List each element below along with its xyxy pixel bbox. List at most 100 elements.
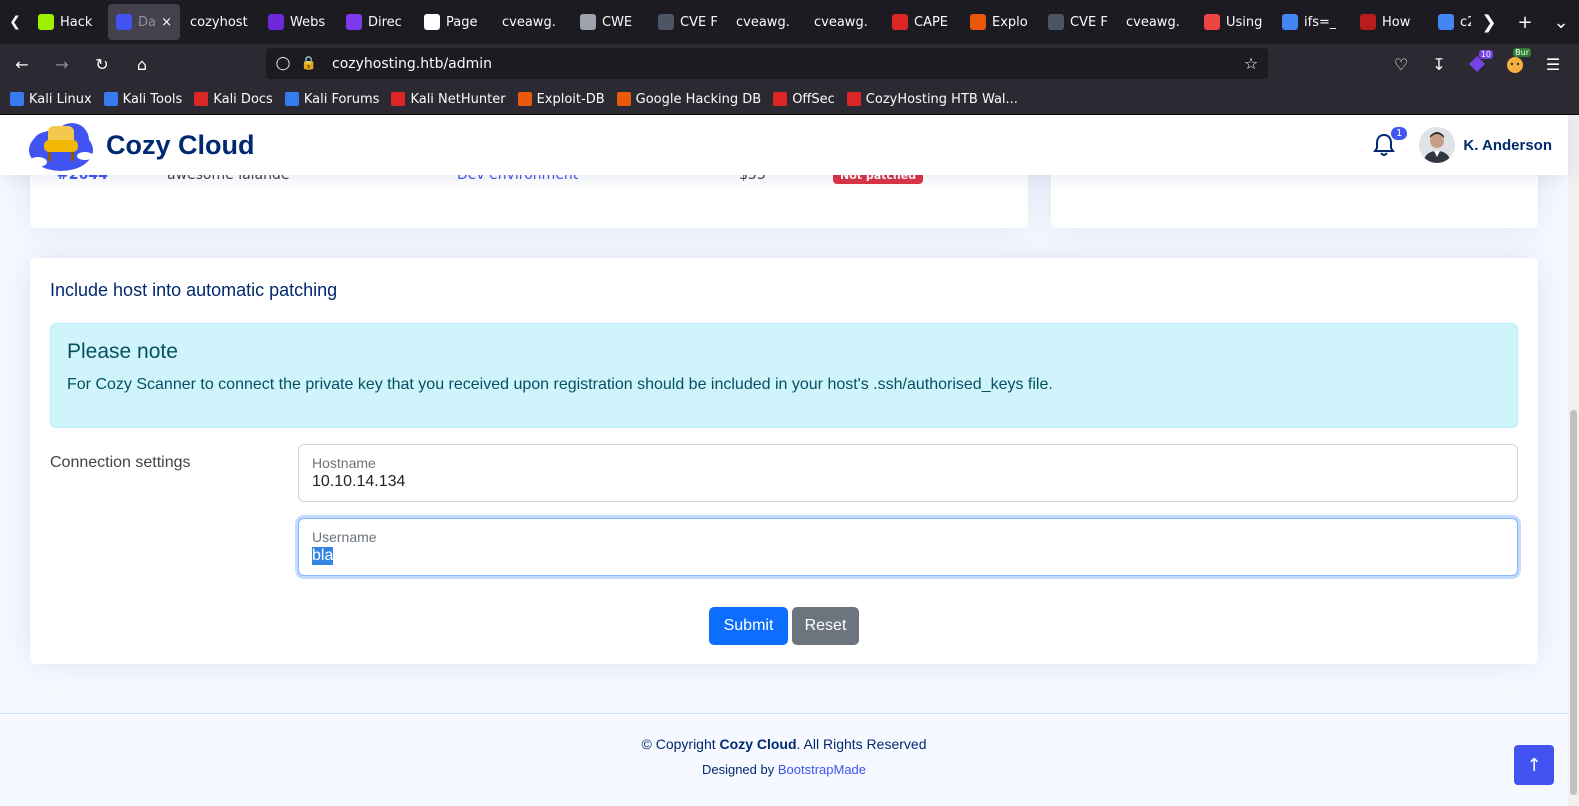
tab-scroll-left-icon[interactable]: ❮	[0, 0, 30, 44]
alert-text: For Cozy Scanner to connect the private …	[67, 376, 1053, 393]
username-value[interactable]: bla	[312, 547, 334, 565]
browser-tab[interactable]: Page	[416, 4, 492, 40]
hostname-label: Hostname	[312, 455, 376, 471]
username-field[interactable]: Username bla	[298, 518, 1518, 576]
bookmark-item[interactable]: Exploit-DB	[517, 92, 605, 107]
list-all-tabs-icon[interactable]: ⌄	[1543, 0, 1579, 44]
tab-label: ifs=_	[1304, 14, 1337, 30]
tab-label: cveawg.	[502, 14, 556, 30]
browser-tab[interactable]: cozyhost	[182, 4, 258, 40]
bookmark-label: Kali Linux	[29, 91, 92, 107]
browser-tab[interactable]: ifs=_	[1274, 4, 1350, 40]
bookmark-item[interactable]: Kali Linux	[10, 92, 92, 107]
tab-label: How	[1382, 14, 1411, 30]
browser-tab[interactable]: cveawg.	[728, 4, 804, 40]
browser-tab[interactable]: cveawg.	[494, 4, 570, 40]
browser-tab[interactable]: cveawg.	[1118, 4, 1194, 40]
tracking-shield-icon[interactable]: ◯	[270, 56, 296, 71]
tab-label: cveawg.	[736, 14, 790, 30]
home-icon[interactable]: ⌂	[124, 46, 160, 82]
browser-tab[interactable]: cveawg.	[806, 4, 882, 40]
bookmark-label: Google Hacking DB	[635, 91, 762, 107]
user-name[interactable]: K. Anderson	[1463, 137, 1552, 154]
tab-close-icon[interactable]: ×	[161, 15, 172, 30]
tab-favicon-icon	[38, 14, 54, 30]
bookmark-item[interactable]: Kali Docs	[194, 92, 273, 107]
back-icon[interactable]: ←	[4, 46, 40, 82]
menu-icon[interactable]: ☰	[1535, 46, 1571, 82]
tab-label: CVE F	[1070, 14, 1108, 30]
brand-name[interactable]: Cozy Cloud	[106, 130, 255, 161]
browser-tab-bar: ❮ Hack Da × cozyhost Webs Direc Page cveawg. CWE…	[0, 0, 1579, 44]
browser-tab[interactable]: CVE F	[650, 4, 726, 40]
tab-favicon-icon	[116, 14, 132, 30]
bookmark-icon	[284, 92, 299, 106]
browser-tab[interactable]: How	[1352, 4, 1428, 40]
notifications-button[interactable]: 1	[1369, 127, 1408, 160]
tab-favicon-icon	[1048, 14, 1064, 30]
browser-tab[interactable]: CWE	[572, 4, 648, 40]
pocket-icon[interactable]: ♡	[1383, 46, 1419, 82]
tab-label: Direc	[368, 14, 402, 30]
lock-icon[interactable]: 🔒	[296, 56, 322, 71]
bookmark-icon	[10, 92, 24, 106]
back-to-top-button[interactable]: ↑	[1514, 745, 1554, 785]
bootstrapmade-link[interactable]: BootstrapMade	[778, 762, 866, 777]
browser-tab[interactable]: CVE F	[1040, 4, 1116, 40]
bookmark-label: CozyHosting HTB Wal...	[865, 91, 1018, 107]
bookmark-item[interactable]: CozyHosting HTB Wal...	[846, 91, 1018, 107]
url-text[interactable]: cozyhosting.htb/admin	[332, 56, 1234, 72]
bookmark-label: Kali Forums	[303, 91, 380, 107]
connection-settings-label: Connection settings	[50, 454, 191, 471]
browser-navigation-bar: ← → ↻ ⌂ ◯ 🔒 cozyhosting.htb/admin ☆ ♡ ↧ …	[0, 44, 1579, 84]
bookmark-item[interactable]: Kali Forums	[284, 91, 380, 107]
browser-tab[interactable]: Explo	[962, 4, 1038, 40]
page-scrollbar[interactable]	[1568, 115, 1579, 806]
bookmark-icon	[194, 92, 209, 106]
bookmark-item[interactable]: Kali Tools	[103, 92, 182, 107]
bookmark-label: Kali Docs	[213, 91, 273, 107]
new-tab-icon[interactable]: +	[1507, 0, 1543, 44]
avatar[interactable]	[1419, 127, 1456, 163]
bookmark-item[interactable]: Google Hacking DB	[616, 91, 762, 107]
logo-link[interactable]: Cozy Cloud	[28, 116, 255, 174]
bookmark-item[interactable]: Kali NetHunter	[391, 92, 506, 107]
tab-strip: Hack Da × cozyhost Webs Direc Page cveawg. CWE CV…	[30, 0, 1471, 44]
hostname-value[interactable]: 10.10.14.134	[312, 473, 405, 491]
browser-tab[interactable]: Hack	[30, 4, 106, 40]
reset-button[interactable]: Reset	[792, 607, 859, 645]
credits-prefix: Designed by	[701, 762, 778, 777]
tab-favicon-icon	[346, 14, 362, 30]
copyright-brand: Cozy Cloud	[719, 736, 797, 752]
address-bar[interactable]: ◯ 🔒 cozyhosting.htb/admin ☆	[266, 48, 1268, 79]
bookmark-icon	[103, 92, 118, 106]
form-title: Include host into automatic patching	[50, 280, 338, 300]
reload-icon[interactable]: ↻	[84, 46, 120, 82]
submit-button[interactable]: Submit	[709, 607, 788, 645]
hostname-field[interactable]: Hostname 10.10.14.134	[298, 444, 1518, 502]
bookmark-star-icon[interactable]: ☆	[1234, 54, 1268, 73]
info-alert: Please note For Cozy Scanner to connect …	[50, 323, 1518, 428]
browser-tab[interactable]: c2gg	[1430, 4, 1471, 40]
burp-extension-icon[interactable]: Bur	[1497, 46, 1533, 82]
tab-favicon-icon	[892, 14, 908, 30]
tab-favicon-icon	[970, 14, 986, 30]
tab-favicon-icon	[1204, 14, 1220, 30]
tab-label: cveawg.	[814, 14, 868, 30]
credits: Designed by BootstrapMade	[0, 762, 1568, 777]
downloads-icon[interactable]: ↧	[1421, 46, 1457, 82]
tab-scroll-right-icon[interactable]: ❯	[1471, 0, 1507, 44]
browser-tab[interactable]: CAPE	[884, 4, 960, 40]
forward-icon[interactable]: →	[44, 46, 80, 82]
browser-tab[interactable]: Direc	[338, 4, 414, 40]
bookmark-item[interactable]: OffSec	[773, 92, 835, 107]
browser-tab[interactable]: Using	[1196, 4, 1272, 40]
bookmarks-toolbar: Kali Linux Kali Tools Kali Docs Kali Forums…	[0, 84, 1579, 115]
browser-tab[interactable]: Webs	[260, 4, 336, 40]
extension-icon[interactable]: 10	[1459, 46, 1495, 82]
header-actions: 1 K. Anderson	[1369, 115, 1552, 175]
scrollbar-thumb[interactable]	[1570, 410, 1577, 795]
tab-favicon-icon	[424, 14, 440, 30]
tab-favicon-icon	[268, 14, 284, 30]
browser-tab[interactable]: Da ×	[108, 4, 180, 40]
